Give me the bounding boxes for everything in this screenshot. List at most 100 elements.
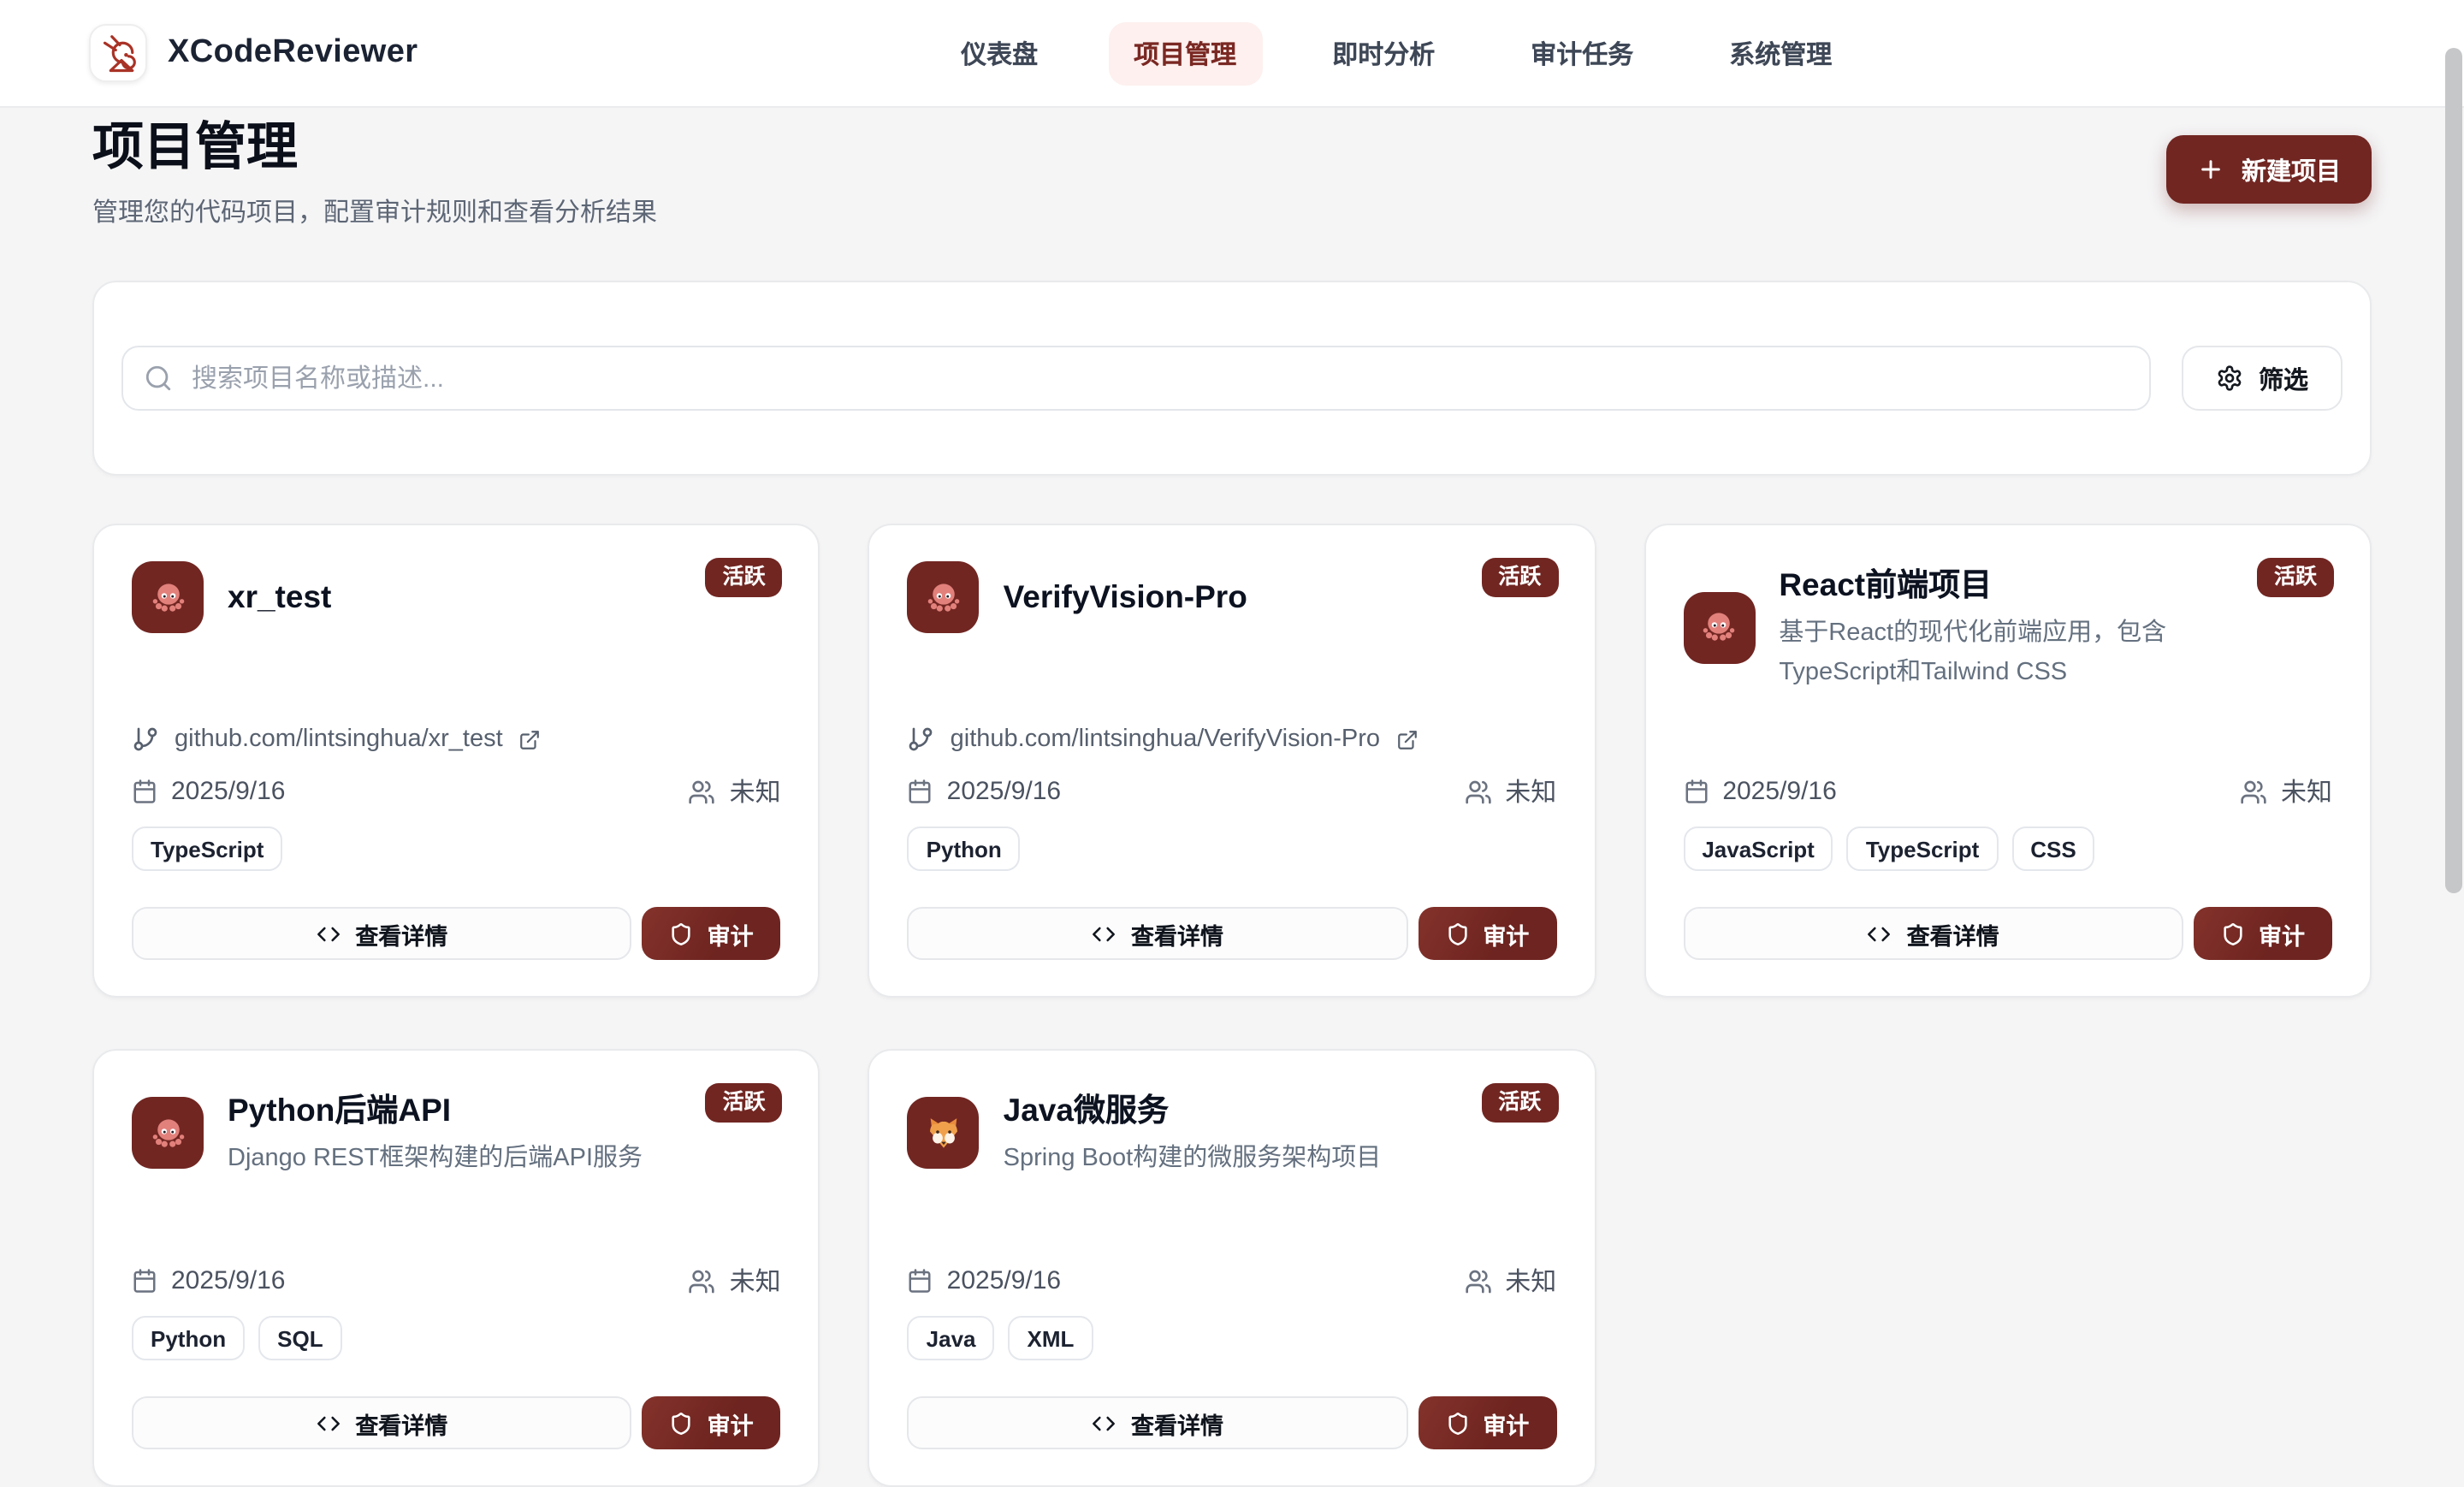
language-tags: Python SQL — [132, 1316, 781, 1360]
language-tags: Python — [908, 826, 1557, 871]
scrollbar-thumb[interactable] — [2445, 48, 2462, 893]
view-details-button[interactable]: 查看详情 — [132, 907, 632, 960]
page-subtitle: 管理您的代码项目，配置审计规则和查看分析结果 — [92, 193, 657, 229]
status-badge: 活跃 — [706, 1083, 783, 1123]
audit-button[interactable]: 审计 — [2194, 907, 2332, 960]
users-icon — [689, 778, 716, 805]
audit-button[interactable]: 审计 — [643, 907, 781, 960]
status-badge: 活跃 — [706, 558, 783, 597]
code-icon — [316, 1411, 340, 1435]
language-tag: Java — [908, 1316, 995, 1360]
project-date: 2025/9/16 — [132, 1266, 285, 1295]
project-owner: 未知 — [1464, 773, 1556, 809]
nav-item-dashboard[interactable]: 仪表盘 — [935, 21, 1063, 85]
git-branch-icon — [132, 726, 159, 753]
project-owner: 未知 — [689, 773, 781, 809]
page: XCodeReviewer 仪表盘 项目管理 即时分析 审计任务 系统管理 项目… — [0, 0, 2464, 1331]
octopus-avatar-icon — [908, 561, 980, 633]
project-owner: 未知 — [2240, 773, 2332, 809]
audit-button[interactable]: 审计 — [1418, 907, 1556, 960]
filter-button[interactable]: 筛选 — [2182, 346, 2343, 411]
language-tag: TypeScript — [132, 826, 282, 871]
git-branch-icon — [908, 726, 935, 753]
language-tag: JavaScript — [1683, 826, 1833, 871]
project-date: 2025/9/16 — [908, 1266, 1061, 1295]
project-card-java-microservice: 活跃 Java微服务 Spring Boot构建的微服务架构项目 2025/9 — [868, 1049, 1596, 1487]
calendar-icon — [132, 779, 157, 804]
project-date: 2025/9/16 — [908, 777, 1061, 806]
project-description: Django REST框架构建的后端API服务 — [228, 1140, 643, 1179]
view-details-button[interactable]: 查看详情 — [132, 1396, 632, 1449]
users-icon — [1464, 1267, 1491, 1294]
project-card-verifyvision-pro: 活跃 VerifyVision-Pro github.com/lintsingh… — [868, 524, 1596, 998]
nav-item-instant-analysis[interactable]: 即时分析 — [1306, 21, 1460, 85]
project-title: xr_test — [228, 578, 331, 616]
status-badge: 活跃 — [2257, 558, 2334, 597]
search-icon — [144, 364, 173, 393]
project-title: React前端项目 — [1779, 561, 2226, 606]
calendar-icon — [1683, 779, 1709, 804]
status-badge: 活跃 — [1481, 558, 1558, 597]
shield-icon — [2221, 921, 2245, 945]
language-tags: Java XML — [908, 1316, 1557, 1360]
code-icon — [316, 921, 340, 945]
audit-button[interactable]: 审计 — [643, 1396, 781, 1449]
octopus-avatar-icon — [132, 561, 204, 633]
project-title: Python后端API — [228, 1087, 643, 1131]
users-icon — [689, 1267, 716, 1294]
gear-icon — [2216, 364, 2243, 392]
project-description: Spring Boot构建的微服务架构项目 — [1004, 1140, 1382, 1179]
page-title: 项目管理 — [92, 120, 657, 178]
project-date: 2025/9/16 — [1683, 777, 1836, 806]
octopus-avatar-icon — [1683, 591, 1755, 663]
language-tags: TypeScript — [132, 826, 781, 871]
project-card-xr-test: 活跃 xr_test github.com/lintsinghua/xr_tes… — [92, 524, 820, 998]
calendar-icon — [908, 1268, 933, 1294]
audit-button[interactable]: 审计 — [1418, 1396, 1556, 1449]
brand[interactable]: XCodeReviewer — [89, 24, 418, 82]
external-link-icon — [518, 728, 541, 750]
fox-avatar-icon — [908, 1097, 980, 1169]
repo-link[interactable]: github.com/lintsinghua/xr_test — [132, 726, 781, 753]
shield-icon — [1445, 1411, 1469, 1435]
code-icon — [1092, 1411, 1116, 1435]
project-description: 基于React的现代化前端应用，包含TypeScript和Tailwind CS… — [1779, 614, 2226, 693]
view-details-button[interactable]: 查看详情 — [908, 1396, 1408, 1449]
repo-link[interactable]: github.com/lintsinghua/VerifyVision-Pro — [908, 726, 1557, 753]
shield-icon — [670, 921, 694, 945]
search-panel: 筛选 — [92, 281, 2372, 476]
external-link-icon — [1395, 728, 1418, 750]
code-icon — [1868, 921, 1892, 945]
language-tag: TypeScript — [1847, 826, 1998, 871]
search-input[interactable] — [121, 346, 2151, 411]
project-date: 2025/9/16 — [132, 777, 285, 806]
view-details-button[interactable]: 查看详情 — [908, 907, 1408, 960]
top-navbar: XCodeReviewer 仪表盘 项目管理 即时分析 审计任务 系统管理 — [0, 0, 2464, 108]
language-tag: CSS — [2011, 826, 2094, 871]
app-title: XCodeReviewer — [168, 34, 418, 72]
project-title: VerifyVision-Pro — [1004, 578, 1247, 616]
nav-item-audit-tasks[interactable]: 审计任务 — [1505, 21, 1659, 85]
code-icon — [1092, 921, 1116, 945]
plus-icon — [2197, 156, 2224, 183]
shield-icon — [670, 1411, 694, 1435]
status-badge: 活跃 — [1481, 1083, 1558, 1123]
users-icon — [1464, 778, 1491, 805]
language-tag: Python — [908, 826, 1021, 871]
project-grid: 活跃 xr_test github.com/lintsinghua/xr_tes… — [92, 524, 2372, 1487]
app-logo-icon — [89, 24, 147, 82]
users-icon — [2240, 778, 2267, 805]
language-tag: Python — [132, 1316, 245, 1360]
page-header: 项目管理 管理您的代码项目，配置审计规则和查看分析结果 新建项目 — [92, 108, 2372, 229]
nav-item-projects[interactable]: 项目管理 — [1108, 21, 1262, 85]
language-tag: SQL — [258, 1316, 341, 1360]
project-owner: 未知 — [1464, 1263, 1556, 1299]
nav-item-system[interactable]: 系统管理 — [1703, 21, 1857, 85]
octopus-avatar-icon — [132, 1097, 204, 1169]
main-content: 项目管理 管理您的代码项目，配置审计规则和查看分析结果 新建项目 筛选 — [92, 108, 2372, 1487]
calendar-icon — [132, 1268, 157, 1294]
view-details-button[interactable]: 查看详情 — [1683, 907, 2183, 960]
new-project-button[interactable]: 新建项目 — [2166, 135, 2372, 204]
project-title: Java微服务 — [1004, 1087, 1382, 1131]
shield-icon — [1445, 921, 1469, 945]
